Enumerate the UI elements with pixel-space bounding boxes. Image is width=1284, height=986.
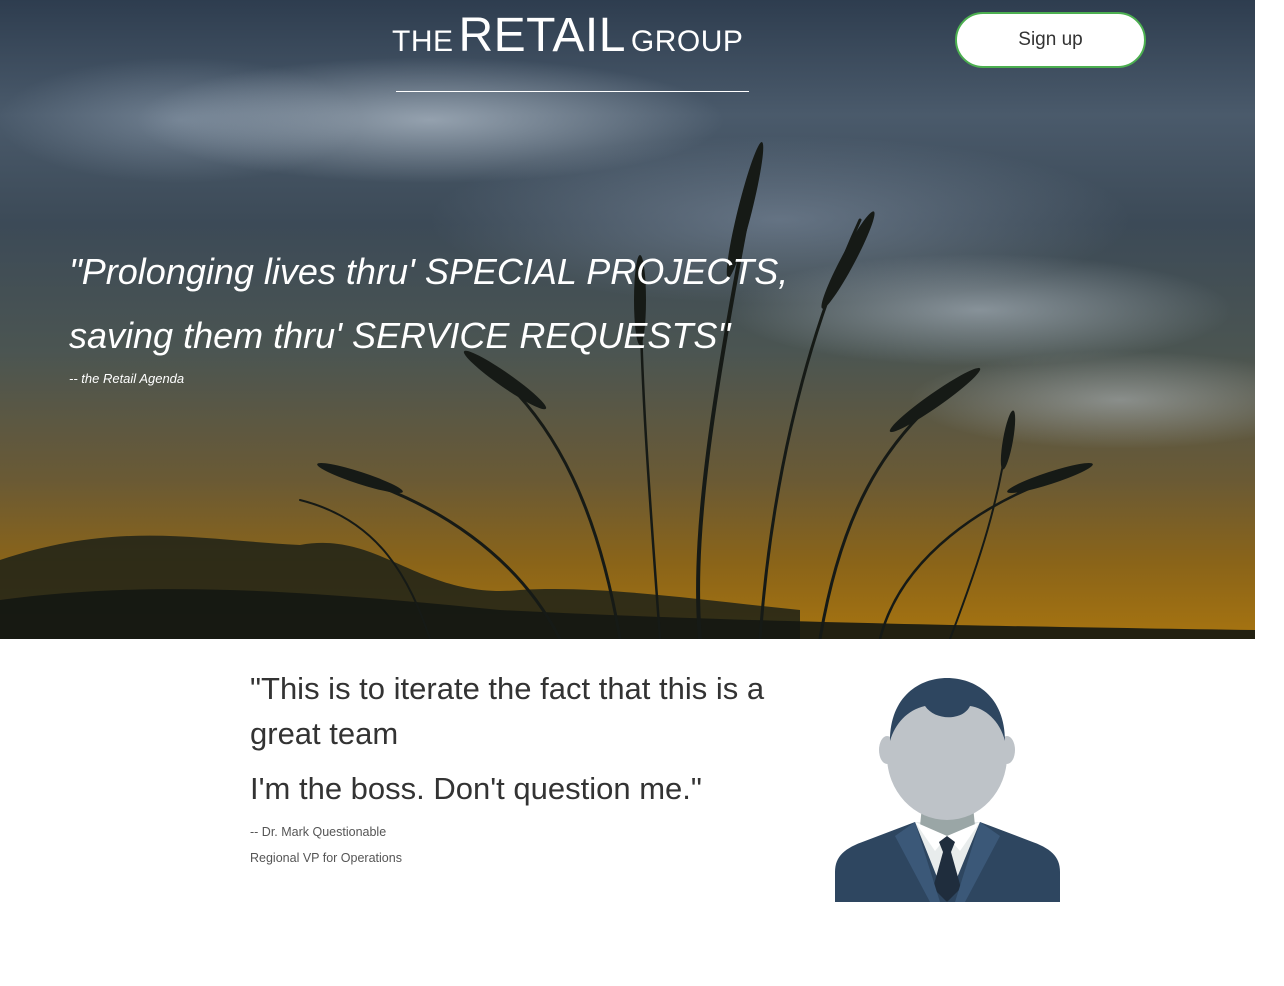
testimonial-author: -- Dr. Mark Questionable: [250, 825, 387, 839]
testimonial-quote-line-2: I'm the boss. Don't question me.": [250, 771, 702, 806]
brand-logo[interactable]: THE RETAIL GROUP: [392, 8, 752, 63]
hero-quote: "Prolonging lives thru' SPECIAL PROJECTS…: [69, 240, 889, 368]
hero-attribution: -- the Retail Agenda: [69, 371, 185, 386]
testimonial: "This is to iterate the fact that this i…: [250, 666, 820, 865]
businessman-avatar-icon: [835, 678, 1060, 902]
brand-underline: [396, 91, 749, 92]
brand-group: GROUP: [630, 25, 744, 58]
brand-the: THE: [392, 25, 454, 58]
brand-retail: RETAIL: [458, 9, 626, 62]
hero-banner: THE RETAIL GROUP Sign up "Prolonging liv…: [0, 0, 1255, 639]
testimonial-quote-line-1: "This is to iterate the fact that this i…: [250, 671, 765, 751]
sign-up-button[interactable]: Sign up: [955, 12, 1146, 68]
hero-quote-line-1: "Prolonging lives thru' SPECIAL PROJECTS…: [69, 251, 789, 292]
hero-quote-line-2: saving them thru' SERVICE REQUESTS": [69, 315, 731, 356]
testimonial-role: Regional VP for Operations: [250, 851, 402, 865]
